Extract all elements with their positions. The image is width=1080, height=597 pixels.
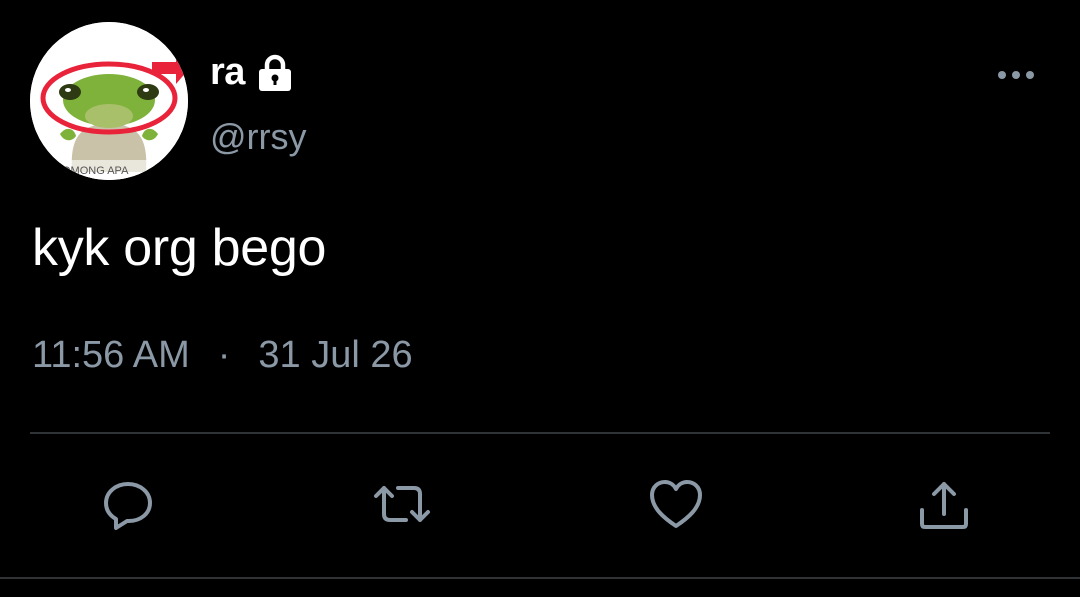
meta-separator: · [217,334,231,376]
tweet-meta: 11:56 AM · 31 Jul 26 [32,334,413,377]
retweet-button[interactable] [370,474,434,538]
like-button[interactable] [644,474,708,538]
retweet-icon [370,474,434,539]
display-name[interactable]: ra [210,51,245,94]
share-button[interactable] [912,474,976,538]
avatar-caption: OMONG APA [62,165,129,177]
author-name-row: ra [210,44,295,100]
tweet-date: 31 Jul 26 [258,334,413,376]
reply-button[interactable] [96,474,160,538]
lock-icon [255,53,295,93]
avatar[interactable]: OMONG APA [30,22,188,180]
action-bar [0,470,1080,540]
reply-icon [98,474,158,539]
divider [0,577,1080,579]
frog-avatar-image: OMONG APA [30,22,188,180]
tweet-text: kyk org bego [32,219,327,277]
more-options-icon[interactable] [994,60,1038,90]
tweet-time: 11:56 AM [32,334,190,376]
heart-icon [646,474,706,539]
share-icon [914,474,974,539]
divider [30,432,1050,434]
author-handle[interactable]: @rrsy [210,116,307,158]
